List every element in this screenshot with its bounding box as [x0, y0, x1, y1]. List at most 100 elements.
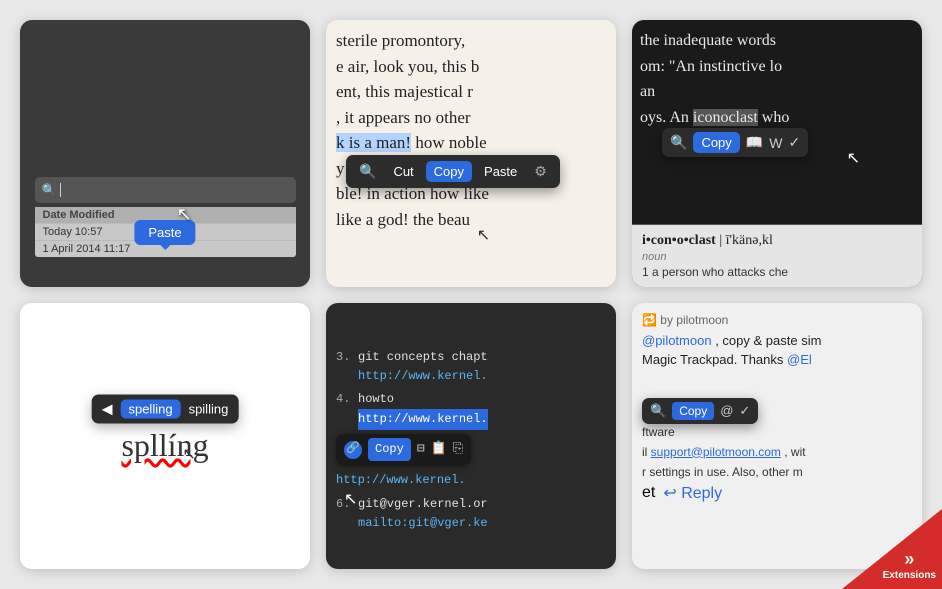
- terminal-row-bottom: 6. git@vger.kernel.or mailto:git@vger.ke: [336, 495, 606, 533]
- terminal-icon-1[interactable]: ⊟: [417, 439, 425, 460]
- card-finder-paste: Paste ↖ 🔍 Date Modified Today 10:57 1 Ap…: [20, 20, 310, 287]
- dict-toolbar: 🔍 Copy 📖 W ✓: [662, 128, 808, 157]
- main-grid: Paste ↖ 🔍 Date Modified Today 10:57 1 Ap…: [0, 0, 942, 589]
- line-text: git@vger.kernel.or: [358, 495, 488, 514]
- terminal-text: 3. git concepts chapt http://www.kernel.…: [336, 348, 606, 534]
- et-text: et: [642, 484, 655, 502]
- terminal-content: howto http://www.kernel.: [358, 390, 488, 430]
- headword-text: i•con•o•clast: [642, 233, 716, 248]
- terminal-row-toolbar: 🔗 Copy ⊟ 📋 ⎘: [336, 434, 606, 465]
- copy-dict-button[interactable]: Copy: [693, 132, 739, 153]
- mention-link[interactable]: @pilotmoon: [642, 333, 712, 348]
- paste-button[interactable]: Paste: [476, 161, 525, 182]
- highlighted-dict-word: iconoclast: [693, 109, 758, 126]
- extensions-label: Extensions: [883, 570, 936, 581]
- spelling-word[interactable]: spelling: [120, 400, 180, 419]
- twitter-toolbar: 🔍 Copy @ ✓: [642, 398, 758, 424]
- cursor-arrow-2: ↖: [477, 225, 490, 245]
- dict-line: oys. An iconoclast who: [640, 105, 914, 131]
- link-text: mailto:git@vger.ke: [358, 514, 488, 533]
- more-icon[interactable]: ⚙: [529, 160, 552, 183]
- email-suffix: , wit: [784, 445, 805, 459]
- check-icon[interactable]: ✓: [788, 134, 800, 151]
- search-icon-dict[interactable]: 🔍: [670, 134, 687, 151]
- at-icon[interactable]: @: [720, 403, 733, 418]
- search-icon-twitter[interactable]: 🔍: [650, 403, 666, 419]
- line-num: 3.: [336, 348, 352, 367]
- terminal-row: 4. howto http://www.kernel.: [336, 390, 606, 430]
- tooltip-arrow: ◀: [102, 401, 113, 418]
- extensions-arrows-icon: »: [904, 550, 914, 568]
- tweet-text-2: Magic Trackpad. Thanks @El: [642, 350, 912, 370]
- dict-definition: 1 a person who attacks che: [642, 265, 912, 279]
- pronunciation: | ī'känə,kl: [719, 233, 773, 248]
- cursor-arrow-5: ↖: [344, 489, 357, 509]
- link-text: http://www.kernel.: [358, 367, 488, 386]
- email-section: ftware il support@pilotmoon.com , wit r …: [642, 425, 912, 503]
- tweet-text: @pilotmoon , copy & paste sim: [642, 331, 912, 351]
- mention-link-2[interactable]: @El: [787, 352, 812, 367]
- terminal-content: git@vger.kernel.or mailto:git@vger.ke: [358, 495, 488, 533]
- text-line: e air, look you, this b: [336, 54, 606, 80]
- cut-button[interactable]: Cut: [385, 161, 421, 182]
- reply-link[interactable]: ↩ Reply: [663, 483, 722, 503]
- search-input[interactable]: 🔍: [35, 177, 296, 203]
- selected-link: http://www.kernel.: [358, 409, 488, 430]
- email-link[interactable]: support@pilotmoon.com: [651, 445, 781, 459]
- card-terminal: 3. git concepts chapt http://www.kernel.…: [326, 303, 616, 570]
- dict-line: om: "An instinctive lo: [640, 54, 914, 80]
- email-line-1: ftware: [642, 425, 912, 439]
- text-line: ent, this majestical r: [336, 79, 606, 105]
- spelling-tooltip: ◀ spelling spilling: [92, 395, 239, 424]
- link-icon[interactable]: 🔗: [344, 441, 362, 459]
- email-line-2: il support@pilotmoon.com , wit: [642, 445, 912, 459]
- text-line: , it appears no other: [336, 105, 606, 131]
- selected-text: k is a man!: [336, 133, 411, 152]
- email-prefix: ftware: [642, 425, 675, 439]
- copy-button[interactable]: Copy: [426, 161, 472, 182]
- by-text: by pilotmoon: [660, 313, 728, 327]
- line-text: howto: [358, 390, 488, 409]
- retweet-icon: 🔁: [642, 313, 657, 327]
- spelling-suggestion: spilling: [189, 402, 229, 417]
- terminal-content: git concepts chapt http://www.kernel.: [358, 348, 488, 386]
- terminal-icon-2[interactable]: 📋: [431, 439, 447, 460]
- dict-pos: noun: [642, 251, 912, 263]
- terminal-row: 3. git concepts chapt http://www.kernel.: [336, 348, 606, 386]
- cursor-arrow-3: ↖: [847, 148, 860, 168]
- card-spelling: ◀ spelling spilling ↖ spllíng: [20, 303, 310, 570]
- w-icon[interactable]: W: [769, 135, 782, 151]
- dict-line: the inadequate words: [640, 28, 914, 54]
- dict-entry: i•con•o•clast | ī'känə,kl noun 1 a perso…: [632, 224, 922, 287]
- tweet-footer: et ↩ Reply: [642, 483, 912, 503]
- search-icon-menu[interactable]: 🔍: [354, 160, 381, 183]
- text-line: like a god! the beau: [336, 207, 606, 233]
- check-icon-twitter[interactable]: ✓: [739, 403, 750, 419]
- card-dictionary: the inadequate words om: "An instinctive…: [632, 20, 922, 287]
- tweet-content: , copy & paste sim: [715, 333, 821, 348]
- link-url: http://www.kernel.: [336, 471, 606, 490]
- card-twitter: 🔁 by pilotmoon @pilotmoon , copy & paste…: [632, 303, 922, 570]
- tweet-header: 🔁 by pilotmoon: [642, 313, 912, 327]
- search-bar-area: 🔍: [35, 177, 296, 203]
- email-line-3: r settings in use. Also, other m: [642, 465, 912, 479]
- terminal-url-row: http://www.kernel.: [336, 471, 606, 490]
- cursor-line: [60, 183, 61, 197]
- context-menu: 🔍 Cut Copy Paste ⚙: [346, 155, 560, 188]
- text-line-highlighted: k is a man! how noble: [336, 130, 606, 156]
- copy-terminal-button[interactable]: Copy: [368, 438, 411, 461]
- text-content: sterile promontory, e air, look you, thi…: [336, 28, 606, 232]
- cursor-arrow-4: ↖: [182, 444, 195, 464]
- terminal-icon-3[interactable]: ⎘: [453, 439, 463, 460]
- card-text-copy: sterile promontory, e air, look you, thi…: [326, 20, 616, 287]
- email-il: il: [642, 445, 651, 459]
- dict-line: an: [640, 79, 914, 105]
- search-icon: 🔍: [42, 183, 57, 197]
- extensions-content: » Extensions: [883, 550, 936, 581]
- cursor-arrow-1: ↖: [177, 204, 192, 225]
- terminal-toolbar: 🔗 Copy ⊟ 📋 ⎘: [336, 434, 471, 465]
- book-icon[interactable]: 📖: [746, 134, 763, 151]
- copy-twitter-button[interactable]: Copy: [672, 402, 714, 420]
- dict-headword: i•con•o•clast | ī'känə,kl: [642, 233, 912, 249]
- line-num: 4.: [336, 390, 352, 409]
